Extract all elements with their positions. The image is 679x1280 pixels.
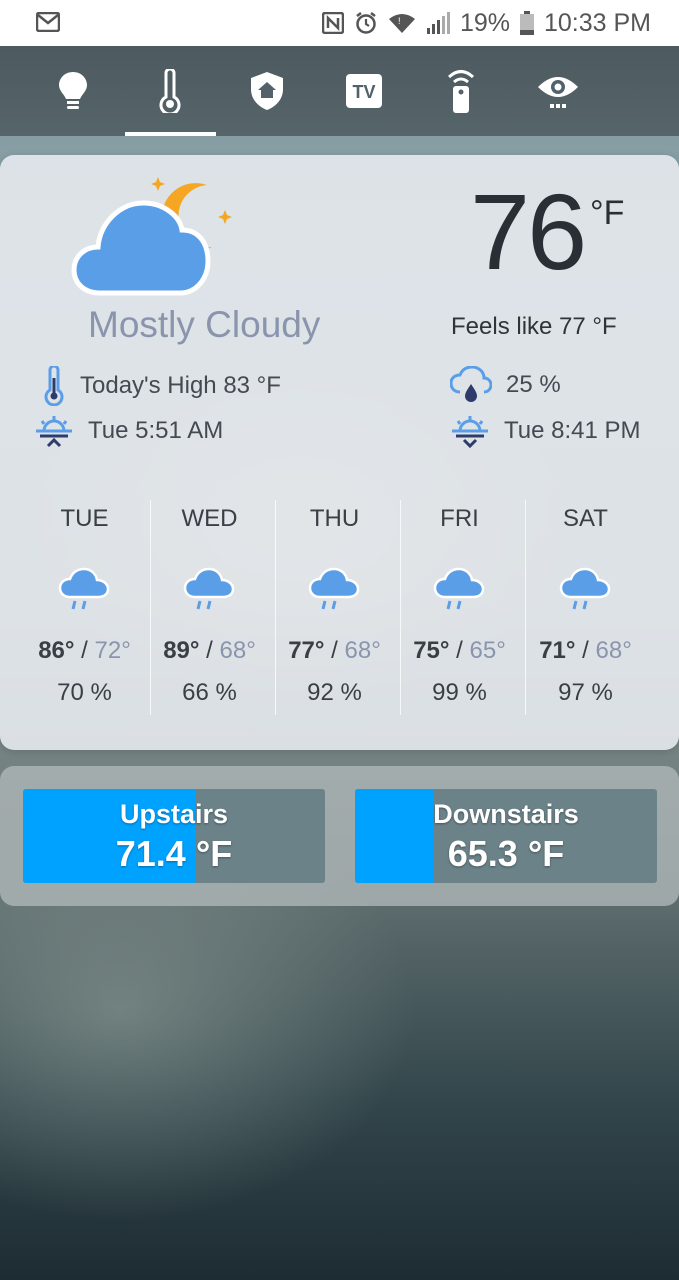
- forecast-low: 68°: [595, 637, 632, 664]
- sunrise-time: Tue 5:51 AM: [88, 417, 224, 444]
- forecast-low: 68°: [219, 637, 256, 664]
- selected-tab-indicator: [125, 132, 216, 136]
- downstairs-thermostat-tile[interactable]: Downstairs 65.3 °F: [355, 789, 657, 883]
- forecast-precip: 70 %: [57, 679, 112, 706]
- rain-cloud-icon: [433, 567, 485, 610]
- forecast-separator: /: [582, 637, 589, 664]
- alarm-icon: [356, 12, 376, 34]
- sunset-time: Tue 8:41 PM: [504, 417, 641, 444]
- forecast-temps: 77° / 68°: [272, 637, 397, 665]
- sunset-row: Tue 8:41 PM: [450, 414, 641, 448]
- forecast-precip: 99 %: [432, 679, 487, 706]
- forecast-high: 71°: [539, 637, 576, 664]
- forecast-day-label: SAT: [563, 505, 608, 532]
- sunset-icon: [452, 416, 488, 448]
- forecast-day-label: WED: [181, 505, 238, 532]
- tab-security[interactable]: [222, 46, 312, 136]
- precip-row: 25 %: [450, 366, 561, 404]
- sunrise-icon: [36, 416, 72, 448]
- forecast-day-3[interactable]: FRI 75° / 65° 99 %: [397, 495, 522, 715]
- sunrise-row: Tue 5:51 AM: [34, 414, 223, 448]
- rain-cloud-icon: [58, 567, 110, 610]
- remote-icon: [447, 70, 475, 113]
- tv-icon: TV: [346, 74, 382, 108]
- feels-like: Feels like 77 °F: [451, 313, 617, 340]
- temperature-unit: °F: [590, 194, 625, 232]
- forecast-temps: 89° / 68°: [147, 637, 272, 665]
- thermostat-temperature: 65.3 °F: [447, 833, 565, 874]
- forecast-temps: 75° / 65°: [397, 637, 522, 665]
- svg-text:!: !: [398, 16, 401, 26]
- forecast-day-label: THU: [309, 505, 360, 532]
- eye-icon: [538, 77, 578, 108]
- condition-text: Mostly Cloudy: [88, 304, 321, 345]
- forecast-high: 89°: [163, 637, 200, 664]
- security-shield-icon: [251, 72, 283, 110]
- battery-icon: [519, 11, 534, 35]
- forecast-day-0[interactable]: TUE 86° / 72° 70 %: [22, 495, 147, 715]
- cloudy-night-icon: [71, 177, 232, 296]
- forecast-low: 65°: [469, 637, 506, 664]
- forecast-precip: 97 %: [558, 679, 613, 706]
- wifi-icon: !: [388, 14, 415, 33]
- thermometer-icon: [44, 366, 64, 406]
- precip-chance: 25 %: [506, 371, 561, 398]
- gmail-icon: [36, 12, 60, 32]
- thermostat-name: Upstairs: [119, 799, 229, 829]
- status-bar: ! 19% 10:33 PM: [0, 0, 679, 46]
- thermostat-temperature: 71.4 °F: [115, 833, 233, 874]
- forecast-day-label: TUE: [60, 505, 109, 532]
- svg-text:TV: TV: [352, 82, 375, 102]
- todays-high: Today's High 83 °F: [80, 372, 281, 399]
- forecast-day-label: FRI: [440, 505, 479, 532]
- tab-tv[interactable]: TV: [319, 46, 409, 136]
- thermometer-icon: [159, 69, 181, 113]
- forecast-day-2[interactable]: THU 77° / 68° 92 %: [272, 495, 397, 715]
- lightbulb-icon: [59, 72, 87, 109]
- forecast-separator: /: [456, 637, 463, 664]
- forecast-separator: /: [206, 637, 213, 664]
- signal-icon: [426, 12, 450, 34]
- forecast-high: 77°: [288, 637, 325, 664]
- upstairs-thermostat-tile[interactable]: Upstairs 71.4 °F: [23, 789, 325, 883]
- tab-cameras[interactable]: [513, 46, 603, 136]
- forecast-separator: /: [81, 637, 88, 664]
- category-tab-bar: TV: [0, 46, 679, 136]
- rain-cloud-icon: [308, 567, 360, 610]
- todays-high-row: Today's High 83 °F: [42, 366, 281, 406]
- forecast-precip: 92 %: [307, 679, 362, 706]
- forecast-low: 72°: [94, 637, 131, 664]
- forecast-day-1[interactable]: WED 89° / 68° 66 %: [147, 495, 272, 715]
- current-temperature: 76: [470, 171, 587, 292]
- forecast-precip: 66 %: [182, 679, 237, 706]
- forecast-day-4[interactable]: SAT 71° / 68° 97 %: [523, 495, 648, 715]
- clock: 10:33 PM: [543, 8, 651, 37]
- forecast-temps: 86° / 72°: [22, 637, 147, 665]
- tab-climate[interactable]: [125, 46, 215, 136]
- nfc-icon: [321, 12, 344, 34]
- rain-cloud-icon: [183, 567, 235, 610]
- battery-percent: 19%: [459, 8, 510, 37]
- rain-chance-icon: [450, 366, 492, 402]
- forecast-temps: 71° / 68°: [523, 637, 648, 665]
- forecast-low: 68°: [344, 637, 381, 664]
- rain-cloud-icon: [559, 567, 611, 610]
- forecast-separator: /: [331, 637, 338, 664]
- thermostat-name: Downstairs: [433, 799, 579, 829]
- tab-lights[interactable]: [28, 46, 118, 136]
- forecast-high: 86°: [38, 637, 75, 664]
- forecast-high: 75°: [413, 637, 450, 664]
- tab-remote[interactable]: [416, 46, 506, 136]
